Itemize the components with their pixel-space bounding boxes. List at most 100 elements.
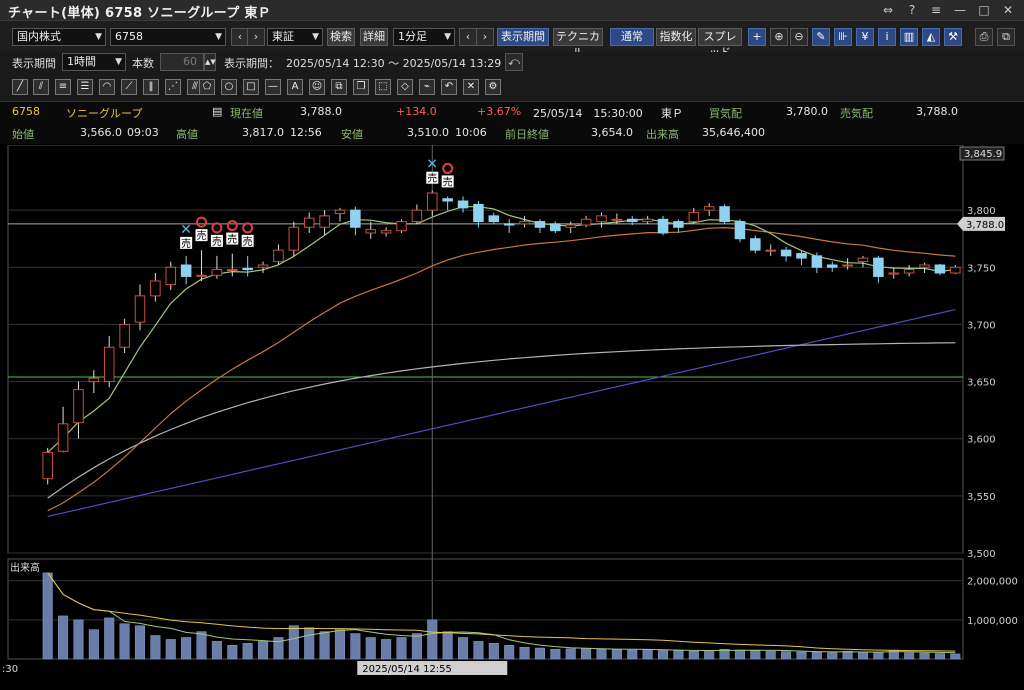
menu-icon[interactable]: ≡ [926,1,946,19]
market-select[interactable]: 国内株式 ▼ [12,28,106,46]
candle-body [626,218,638,223]
volume-bar [288,625,299,660]
undo-icon[interactable]: ↶ [441,79,457,95]
parallel-line-icon[interactable]: ⫽ [33,79,49,95]
rectangle-icon[interactable]: □ [243,79,259,95]
candle-body [457,200,469,209]
volume-bar [319,631,330,660]
add-icon[interactable]: + [748,28,766,46]
magnet-icon[interactable]: ⌁ [419,79,435,95]
print-icon[interactable]: ⎙ [975,28,993,46]
sell-circle-marker [226,220,238,232]
next-code-button[interactable]: › [247,28,265,46]
normal-button[interactable]: 通常 [610,28,654,46]
open-time: 09:03 [127,126,159,139]
code-input[interactable]: 6758 ▼ [110,28,226,46]
volume-bar [781,651,792,660]
search-button[interactable]: 検索 [327,28,355,46]
volume-bar [734,649,745,660]
candle-body [42,451,53,480]
spread-button[interactable]: スプレッド [698,28,742,59]
chart-area[interactable]: 3,800 3,750 3,700 3,650 3,600 3,550 3,500 3,845… [0,144,1024,687]
area-chart-icon[interactable]: ◭ [922,28,940,46]
candle-body [519,221,530,225]
display-period-button[interactable]: 表示期間 [497,28,549,46]
gann-fan-icon[interactable]: ⋰ [165,79,181,95]
help-icon[interactable]: ? [902,1,922,19]
interval-select-value: 1分足 [398,30,427,43]
signal-label: 売 [427,172,437,185]
candle-body [427,192,438,211]
open-label: 始値 [12,128,34,141]
candle-body [365,229,377,234]
volume-bar [150,635,161,660]
chevron-down-icon: ▼ [444,32,451,42]
fibonacci-icon[interactable]: ☰ [77,79,93,95]
draw-settings-icon[interactable]: ⚙ [485,79,501,95]
detail-button[interactable]: 詳細 [360,28,388,46]
info-icon[interactable]: i [878,28,896,46]
minimize-button[interactable]: — [950,1,970,19]
close-button[interactable]: ✕ [998,1,1018,19]
new-window-icon[interactable]: ⧉ [997,28,1015,46]
horizontal-lines-icon[interactable]: ≡ [55,79,71,95]
link-icon[interactable]: ⇔ [878,1,898,19]
fan-icon[interactable]: ⟋ [121,79,137,95]
copy-icon[interactable]: ⧉ [331,79,347,95]
volume-bar [458,637,469,660]
pentagon-icon[interactable]: ⬠ [199,79,215,95]
prev-close-price: 3,654.0 [591,126,633,139]
stamp-icon[interactable]: ☺ [309,79,325,95]
eraser-icon[interactable]: ◇ [397,79,413,95]
text-icon[interactable]: A [287,79,303,95]
candle-body [180,264,192,277]
low-time: 10:06 [455,126,487,139]
memo-icon[interactable]: ▤ [212,105,222,118]
yen-icon[interactable]: ¥ [856,28,874,46]
maximize-button[interactable]: □ [974,1,994,19]
cycle-lines-icon[interactable]: ‖ [143,79,159,95]
trend-line-icon[interactable]: ╱ [12,79,28,95]
count-input[interactable]: 60 [160,53,204,71]
exchange-select[interactable]: 東証 ▼ [267,28,323,46]
horizontal-line-icon[interactable]: — [265,79,281,95]
candle-body [88,377,100,383]
candle-body [826,264,838,268]
interval-select[interactable]: 1分足 ▼ [393,28,455,46]
candle-body [703,206,715,211]
period-select[interactable]: 1時間 ▼ [62,53,126,71]
volume-bar [534,647,545,660]
candle-body [673,221,684,228]
next-interval-button[interactable]: › [476,28,494,46]
quote-info-panel: 6758 ソニーグループ ▤ 現在値 3,788.0 +134.0 +3.67%… [0,102,1024,144]
select-icon[interactable]: ⬚ [375,79,391,95]
volume-bar [919,652,930,660]
bar-chart-icon[interactable]: ▥ [900,28,918,46]
sell-circle-marker [442,162,454,174]
duplicate-icon[interactable]: ❐ [353,79,369,95]
candle-body [380,230,392,234]
reset-icon[interactable]: ⤺ [505,53,523,71]
price-chart[interactable]: 3,800 3,750 3,700 3,650 3,600 3,550 3,500 3,845… [0,144,1024,687]
volume-label: 出来高 [646,128,679,141]
pen-icon[interactable]: ✎ [812,28,830,46]
technical-button[interactable]: テクニカル [553,28,603,59]
volume-bar [627,649,638,660]
delete-icon[interactable]: ✕ [463,79,479,95]
high-price: 3,817.0 [242,126,284,139]
volume-bar [488,643,499,660]
volume-bar [427,619,438,660]
zoom-in-icon[interactable]: ⊕ [770,28,788,46]
price-tick-label: 3,500 [967,549,996,560]
volume-bar [473,641,484,660]
candle-icon[interactable]: ⊪ [834,28,852,46]
count-stepper[interactable]: ▲▼ [204,53,216,71]
prev-interval-button[interactable]: ‹ [459,28,477,46]
zoom-out-icon[interactable]: ⊖ [790,28,808,46]
volume-bar [365,637,376,660]
arc-icon[interactable]: ◠ [99,79,115,95]
circle-icon[interactable]: ○ [221,79,237,95]
buy-cross-marker: ✕ [426,157,438,173]
index-button[interactable]: 指数化 [656,28,696,46]
settings-wrench-icon[interactable]: ⚒ [944,28,962,46]
